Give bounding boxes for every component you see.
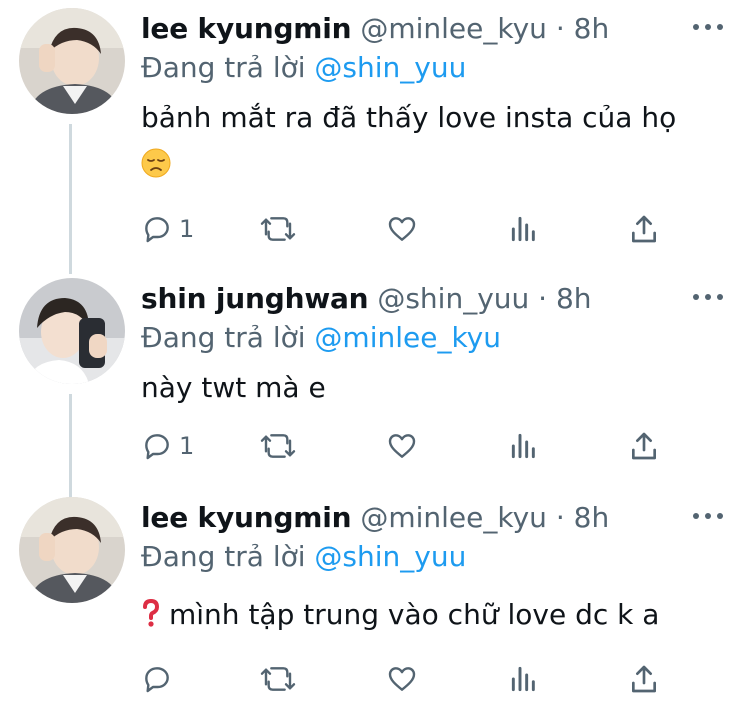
tweet-text: mình tập trung vào chữ love dc k a [169, 598, 660, 631]
tweet-header: shin junghwan @shin_yuu · 8h [141, 281, 592, 317]
tweet-text: bảnh mắt ra đã thấy love insta của họ [141, 101, 677, 134]
tweet-actions: 1 [141, 211, 681, 247]
heart-icon [388, 667, 416, 691]
replying-to: Đang trả lời @shin_yuu [141, 539, 466, 575]
retweet-button[interactable] [259, 211, 297, 247]
share-button[interactable] [629, 211, 659, 247]
share-icon [632, 432, 657, 460]
retweet-button[interactable] [259, 661, 297, 697]
tweet-text: này twt mà e [141, 371, 326, 404]
timestamp[interactable]: 8h [574, 501, 610, 534]
tweet-header: lee kyungmin @minlee_kyu · 8h [141, 11, 609, 47]
separator-dot: · [555, 12, 565, 45]
thread-connector [69, 124, 72, 274]
reply-icon [145, 434, 169, 460]
analytics-icon [511, 433, 535, 459]
avatar[interactable] [19, 278, 125, 384]
display-name[interactable]: lee kyungmin [141, 501, 352, 534]
retweet-button[interactable] [259, 428, 297, 464]
disappointed-face-icon [141, 148, 171, 178]
replying-to: Đang trả lời @minlee_kyu [141, 320, 501, 356]
like-button[interactable] [385, 661, 419, 697]
timestamp[interactable]: 8h [574, 12, 610, 45]
share-button[interactable] [629, 661, 659, 697]
retweet-icon [260, 667, 296, 691]
display-name[interactable]: shin junghwan [141, 282, 369, 315]
timestamp[interactable]: 8h [556, 282, 592, 315]
reply-button[interactable]: 1 [141, 211, 194, 247]
reply-count: 1 [179, 432, 195, 460]
retweet-icon [260, 217, 296, 241]
red-question-mark-icon [143, 598, 160, 627]
mention-link[interactable]: @shin_yuu [314, 51, 466, 84]
separator-dot: · [538, 282, 548, 315]
reply-thread: lee kyungmin @minlee_kyu · 8h Đang trả l… [0, 0, 750, 709]
analytics-button[interactable] [509, 428, 539, 464]
more-options-icon[interactable] [690, 16, 726, 36]
replying-to-label: Đang trả lời [141, 51, 306, 84]
heart-icon [388, 434, 416, 458]
heart-icon [388, 217, 416, 241]
analytics-button[interactable] [509, 661, 539, 697]
user-handle[interactable]: @minlee_kyu [360, 501, 547, 534]
retweet-icon [260, 434, 296, 458]
reply-button[interactable] [141, 661, 173, 697]
more-options-icon[interactable] [690, 286, 726, 306]
tweet-header: lee kyungmin @minlee_kyu · 8h [141, 500, 609, 536]
separator-dot: · [555, 501, 565, 534]
user-handle[interactable]: @shin_yuu [377, 282, 529, 315]
tweet-actions: 1 [141, 428, 681, 464]
replying-to-label: Đang trả lời [141, 321, 306, 354]
analytics-button[interactable] [509, 211, 539, 247]
display-name[interactable]: lee kyungmin [141, 12, 352, 45]
reply-button[interactable]: 1 [141, 428, 194, 464]
thread-connector [69, 394, 72, 498]
replying-to-label: Đang trả lời [141, 540, 306, 573]
analytics-icon [511, 666, 535, 692]
like-button[interactable] [385, 428, 419, 464]
user-handle[interactable]: @minlee_kyu [360, 12, 547, 45]
share-icon [632, 215, 657, 243]
avatar[interactable] [19, 497, 125, 603]
reply-count: 1 [179, 215, 195, 243]
more-options-icon[interactable] [690, 505, 726, 525]
replying-to: Đang trả lời @shin_yuu [141, 50, 466, 86]
reply-icon [145, 217, 169, 243]
tweet-actions [141, 661, 681, 697]
reply-icon [145, 667, 169, 693]
mention-link[interactable]: @shin_yuu [314, 540, 466, 573]
like-button[interactable] [385, 211, 419, 247]
share-icon [632, 665, 657, 693]
tweet-text-line: mình tập trung vào chữ love dc k a [141, 595, 659, 635]
share-button[interactable] [629, 428, 659, 464]
avatar[interactable] [19, 8, 125, 114]
analytics-icon [511, 216, 535, 242]
mention-link[interactable]: @minlee_kyu [314, 321, 501, 354]
